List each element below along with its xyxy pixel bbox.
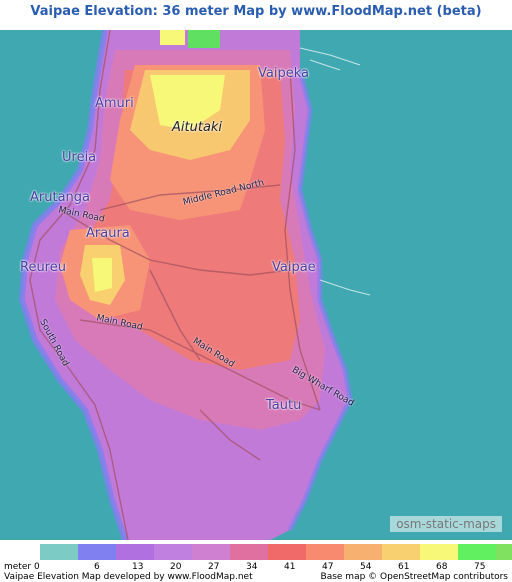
legend-tick: 6 <box>94 562 100 572</box>
legend-swatch <box>420 544 458 560</box>
elevation-legend: meter 061320273441475461687582 Vaipae El… <box>0 540 512 582</box>
legend-tick: 75 <box>474 562 486 572</box>
legend-swatch <box>458 544 496 560</box>
place-tautu: Tautu <box>266 398 302 413</box>
summit-green <box>188 30 220 48</box>
legend-tick: 34 <box>246 562 258 572</box>
legend-tick: 47 <box>322 562 334 572</box>
place-ureia: Ureia <box>62 150 97 165</box>
map-canvas <box>0 30 512 540</box>
legend-swatch <box>192 544 230 560</box>
legend-tick: 54 <box>360 562 372 572</box>
place-reureu: Reureu <box>20 260 66 275</box>
elevation-map[interactable]: Vaipeka Amuri Aitutaki Ureia Arutanga Ar… <box>0 30 512 540</box>
legend-swatch <box>78 544 116 560</box>
place-vaipeka: Vaipeka <box>258 66 309 81</box>
legend-tick: 27 <box>208 562 220 572</box>
near-summit <box>160 30 185 45</box>
legend-tick: 41 <box>284 562 296 572</box>
place-vaipae: Vaipae <box>272 260 316 275</box>
legend-tick: 20 <box>170 562 182 572</box>
osm-badge: osm-static-maps <box>390 516 502 532</box>
legend-swatch <box>382 544 420 560</box>
legend-tick: 13 <box>132 562 144 572</box>
legend-swatch <box>116 544 154 560</box>
footer-basemap: Base map © OpenStreetMap contributors <box>320 572 508 582</box>
legend-swatch <box>268 544 306 560</box>
legend-tick: 68 <box>436 562 448 572</box>
legend-tick: 0 <box>34 562 40 572</box>
legend-swatch <box>154 544 192 560</box>
legend-tick: 61 <box>398 562 410 572</box>
legend-swatch <box>344 544 382 560</box>
place-amuri: Amuri <box>95 96 134 111</box>
place-araura: Araura <box>86 226 130 241</box>
araura-peak <box>92 258 112 292</box>
place-arutanga: Arutanga <box>30 190 90 205</box>
legend-swatch <box>40 544 78 560</box>
legend-swatch <box>496 544 512 560</box>
legend-swatch <box>306 544 344 560</box>
place-aitutaki: Aitutaki <box>172 120 223 135</box>
title-bar: Vaipae Elevation: 36 meter Map by www.Fl… <box>0 0 512 30</box>
map-title: Vaipae Elevation: 36 meter Map by www.Fl… <box>30 4 482 19</box>
footer-credit: Vaipae Elevation Map developed by www.Fl… <box>4 572 253 582</box>
legend-swatch <box>230 544 268 560</box>
legend-unit: meter <box>4 562 32 572</box>
